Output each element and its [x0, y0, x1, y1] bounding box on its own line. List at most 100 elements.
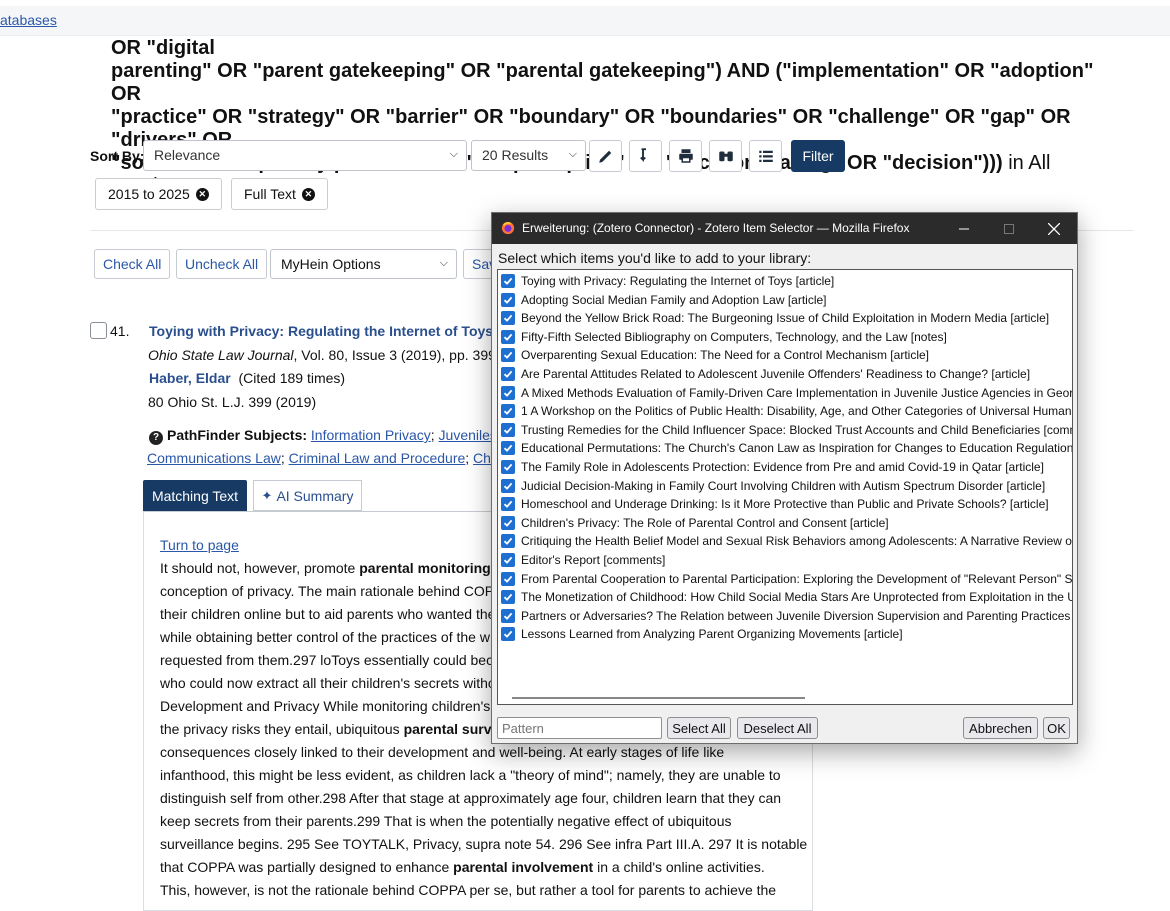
tab-matching-text[interactable]: Matching Text [143, 480, 247, 511]
list-item[interactable]: Educational Permutations: The Church's C… [501, 439, 1072, 457]
text-line: that COPPA was partially designed to enh… [160, 859, 765, 875]
close-button[interactable] [1031, 213, 1076, 244]
item-label: Critiquing the Health Belief Model and S… [521, 534, 1073, 549]
text-segment: requested from them.297 loToys essential… [160, 652, 494, 668]
item-checkbox[interactable] [501, 367, 515, 381]
text-line: consequences closely linked to their dev… [160, 744, 724, 760]
text-line: conception of privacy. The main rational… [160, 583, 494, 599]
item-checkbox[interactable] [501, 497, 515, 512]
text-line: It should not, however, promote parental… [160, 560, 491, 576]
tab-ai-summary[interactable]: ✦ AI Summary [253, 480, 362, 511]
list-item[interactable]: Toying with Privacy: Regulating the Inte… [501, 272, 1072, 290]
checkmark-icon [503, 407, 513, 416]
item-checkbox[interactable] [501, 422, 515, 437]
item-checkbox[interactable] [501, 553, 515, 567]
item-checkbox[interactable] [501, 348, 515, 363]
list-item[interactable]: Critiquing the Health Belief Model and S… [501, 532, 1073, 550]
list-item[interactable]: Are Parental Attitudes Related to Adoles… [501, 365, 1072, 383]
item-label: Judicial Decision-Making in Family Court… [521, 478, 1046, 493]
list-item[interactable]: Editor's Report [comments] [501, 551, 1072, 569]
item-checkbox[interactable] [501, 329, 515, 344]
result-source: Ohio State Law Journal, Vol. 80, Issue 3… [148, 347, 501, 363]
print-button[interactable] [669, 140, 702, 172]
checkmark-icon [503, 519, 513, 527]
item-checkbox[interactable] [501, 404, 515, 419]
filter-button[interactable]: Filter [791, 140, 845, 172]
sparkle-icon: ✦ [261, 487, 273, 503]
author-link[interactable]: Haber, Eldar [149, 370, 231, 386]
list-item[interactable]: A Mixed Methods Evaluation of Family-Dri… [501, 384, 1072, 402]
ok-button[interactable]: OK [1043, 717, 1070, 739]
checkmark-icon [503, 314, 513, 323]
list-item[interactable]: Beyond the Yellow Brick Road: The Burgeo… [501, 309, 1072, 327]
item-checkbox[interactable] [501, 311, 515, 326]
list-item[interactable]: From Parental Cooperation to Parental Pa… [501, 570, 1072, 588]
list-item[interactable]: Adopting Social Median Family and Adopti… [501, 291, 1072, 309]
text-line: surveillance begins. 295 See TOYTALK, Pr… [160, 836, 807, 852]
databases-link[interactable]: atabases [0, 12, 57, 28]
item-checkbox[interactable] [501, 515, 515, 530]
result-checkbox[interactable] [90, 322, 107, 339]
close-icon [1047, 222, 1060, 235]
item-checkbox[interactable] [501, 385, 515, 400]
horizontal-scrollbar[interactable] [512, 697, 805, 699]
list-item[interactable]: Overparenting Sexual Education: The Need… [501, 346, 1072, 364]
list-item[interactable]: The Monetization of Childhood: How Child… [501, 588, 1072, 606]
checkmark-icon [503, 631, 513, 639]
select-all-button[interactable]: Select All [667, 717, 731, 739]
minimize-button[interactable] [941, 213, 986, 244]
turn-to-page-link[interactable]: Turn to page [160, 537, 239, 553]
filter-chip-date[interactable]: 2015 to 2025 ✕ [95, 178, 222, 210]
pathfinder-subjects: ? PathFinder Subjects: Information Privac… [149, 427, 497, 445]
list-item[interactable]: The Family Role in Adolescents Protectio… [501, 458, 1072, 476]
subject-link[interactable]: Juveniles [439, 427, 497, 443]
edit-search-button[interactable] [589, 140, 622, 172]
zotero-item-selector-dialog: Erweiterung: (Zotero Connector) - Zotero… [491, 212, 1078, 744]
filter-chip-fulltext[interactable]: Full Text ✕ [231, 178, 328, 210]
close-icon[interactable]: ✕ [301, 187, 315, 201]
find-button[interactable] [709, 140, 742, 172]
uncheck-all-button[interactable]: Uncheck All [176, 249, 268, 279]
list-item[interactable]: Fifty-Fifth Selected Bibliography on Com… [501, 328, 1072, 346]
myhein-options-select[interactable]: MyHein Options ⌵ [270, 249, 457, 279]
subject-link[interactable]: Information Privacy [311, 427, 431, 443]
maximize-button[interactable] [986, 213, 1031, 244]
list-item[interactable]: Trusting Remedies for the Child Influenc… [501, 421, 1072, 439]
deselect-all-button[interactable]: Deselect All [737, 717, 818, 739]
list-item[interactable]: Partners or Adversaries? The Relation be… [501, 607, 1072, 625]
text-line: This, however, is not the rationale behi… [160, 882, 776, 898]
checkmark-icon [503, 538, 513, 546]
text-line: the privacy risks they entail, ubiquitou… [160, 721, 492, 737]
item-checkbox[interactable] [501, 571, 515, 586]
subject-link[interactable]: Communications Law [147, 450, 281, 466]
item-checkbox[interactable] [501, 608, 515, 623]
items-list[interactable]: Toying with Privacy: Regulating the Inte… [497, 269, 1073, 705]
list-item[interactable]: Homeschool and Underage Drinking: Is it … [501, 495, 1072, 513]
close-icon[interactable]: ✕ [195, 187, 209, 201]
item-checkbox[interactable] [501, 441, 515, 456]
sort-select[interactable]: Relevance ⌵ [143, 140, 467, 171]
check-all-button[interactable]: Check All [94, 249, 171, 279]
item-checkbox[interactable] [501, 274, 515, 288]
item-checkbox[interactable] [501, 627, 515, 642]
list-item[interactable]: Judicial Decision-Making in Family Court… [501, 477, 1072, 495]
item-checkbox[interactable] [501, 460, 515, 474]
item-checkbox[interactable] [501, 478, 515, 493]
item-label: Beyond the Yellow Brick Road: The Burgeo… [521, 311, 1050, 326]
result-title-link[interactable]: Toying with Privacy: Regulating the Inte… [149, 323, 515, 339]
download-button[interactable] [629, 140, 662, 172]
list-item[interactable]: Lessons Learned from Analyzing Parent Or… [501, 625, 1072, 643]
printer-icon [678, 149, 693, 163]
list-item[interactable]: Children's Privacy: The Role of Parental… [501, 514, 1072, 532]
item-checkbox[interactable] [501, 534, 515, 549]
help-icon[interactable]: ? [149, 431, 163, 445]
cancel-button[interactable]: Abbrechen [963, 717, 1038, 739]
results-per-page-select[interactable]: 20 Results ⌵ [471, 140, 586, 171]
list-item[interactable]: 1 A Workshop on the Politics of Public H… [501, 402, 1072, 420]
text-segment: who could now extract all their children… [160, 675, 496, 691]
pattern-input[interactable] [497, 717, 662, 739]
item-checkbox[interactable] [501, 590, 515, 605]
list-view-button[interactable] [749, 140, 782, 172]
subject-link[interactable]: Criminal Law and Procedure [289, 450, 466, 466]
item-checkbox[interactable] [501, 292, 515, 307]
